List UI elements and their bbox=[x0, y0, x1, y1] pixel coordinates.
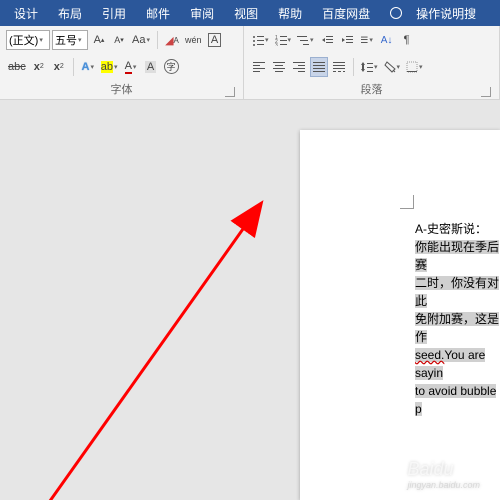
shrink-font-button[interactable]: A▾ bbox=[110, 30, 128, 50]
char-shading-button[interactable]: A bbox=[142, 57, 160, 77]
tab-baidu-netdisk[interactable]: 百度网盘 bbox=[312, 5, 380, 22]
svg-text:3: 3 bbox=[275, 43, 278, 46]
tell-me-search[interactable]: 操作说明搜 bbox=[380, 5, 496, 22]
annotation-arrow bbox=[30, 195, 310, 500]
text-line[interactable]: 二时，你没有对此 bbox=[415, 274, 500, 310]
font-name-select[interactable]: (正文)▾ bbox=[6, 30, 50, 50]
subscript-button[interactable]: x2 bbox=[30, 57, 48, 77]
highlight-button[interactable]: ab▾ bbox=[99, 57, 120, 77]
tab-layout[interactable]: 布局 bbox=[48, 5, 92, 22]
sort-button[interactable]: A↓ bbox=[378, 30, 396, 50]
phonetic-guide-button[interactable]: wén bbox=[183, 30, 204, 50]
increase-indent-button[interactable] bbox=[338, 30, 356, 50]
font-size-select[interactable]: 五号▾ bbox=[52, 30, 88, 50]
align-distributed-button[interactable] bbox=[330, 57, 348, 77]
text-line[interactable]: seed.You are sayin bbox=[415, 346, 500, 382]
tab-help[interactable]: 帮助 bbox=[268, 5, 312, 22]
menu-bar: 设计 布局 引用 邮件 审阅 视图 帮助 百度网盘 操作说明搜 bbox=[0, 0, 500, 26]
superscript-button[interactable]: x2 bbox=[50, 57, 68, 77]
text-direction-button[interactable]: ☰▾ bbox=[358, 30, 376, 50]
tab-references[interactable]: 引用 bbox=[92, 5, 136, 22]
line-spacing-button[interactable]: ▾ bbox=[359, 57, 380, 77]
ribbon: (正文)▾ 五号▾ A▴ A▾ Aa▾ ◢A wén A abc x2 x2 A… bbox=[0, 26, 500, 100]
strikethrough-button[interactable]: abc bbox=[6, 57, 28, 77]
align-justify-button[interactable] bbox=[310, 57, 328, 77]
margin-indicator bbox=[400, 195, 414, 209]
font-group-label: 字体 bbox=[6, 81, 237, 99]
text-line[interactable]: to avoid bubble p bbox=[415, 382, 500, 418]
tab-review[interactable]: 审阅 bbox=[180, 5, 224, 22]
font-color-button[interactable]: A▾ bbox=[122, 57, 140, 77]
grow-font-button[interactable]: A▴ bbox=[90, 30, 108, 50]
paragraph-group-label: 段落 bbox=[250, 81, 493, 99]
clear-formatting-button[interactable]: ◢A bbox=[163, 30, 181, 50]
numbering-button[interactable]: 123▾ bbox=[273, 30, 294, 50]
text-line[interactable]: 免附加赛，这是作 bbox=[415, 310, 500, 346]
char-border-button[interactable]: A bbox=[206, 30, 224, 50]
multilevel-list-button[interactable]: ▾ bbox=[295, 30, 316, 50]
text-effects-button[interactable]: A▾ bbox=[79, 57, 97, 77]
paragraph-group: ▾ 123▾ ▾ ☰▾ A↓ ¶ ▾ ▾ ▾ 段落 bbox=[244, 26, 500, 99]
change-case-button[interactable]: Aa▾ bbox=[130, 30, 152, 50]
lightbulb-icon bbox=[390, 7, 402, 19]
enclosed-char-button[interactable]: 字 bbox=[162, 57, 181, 77]
document-text[interactable]: A-史密斯说： 你能出现在季后赛 二时，你没有对此 免附加赛，这是作 seed.… bbox=[415, 220, 500, 418]
bullets-button[interactable]: ▾ bbox=[250, 30, 271, 50]
tab-mailings[interactable]: 邮件 bbox=[136, 5, 180, 22]
shading-button[interactable]: ▾ bbox=[382, 57, 403, 77]
tab-view[interactable]: 视图 bbox=[224, 5, 268, 22]
font-group: (正文)▾ 五号▾ A▴ A▾ Aa▾ ◢A wén A abc x2 x2 A… bbox=[0, 26, 244, 99]
paragraph-dialog-launcher[interactable] bbox=[481, 87, 491, 97]
decrease-indent-button[interactable] bbox=[318, 30, 336, 50]
watermark: Baidu jingyan.baidu.com bbox=[407, 459, 480, 490]
text-line[interactable]: A-史密斯说： bbox=[415, 220, 500, 238]
align-right-button[interactable] bbox=[290, 57, 308, 77]
tab-design[interactable]: 设计 bbox=[4, 5, 48, 22]
show-marks-button[interactable]: ¶ bbox=[398, 30, 416, 50]
align-left-button[interactable] bbox=[250, 57, 268, 77]
document-canvas[interactable]: A-史密斯说： 你能出现在季后赛 二时，你没有对此 免附加赛，这是作 seed.… bbox=[0, 100, 500, 500]
borders-button[interactable]: ▾ bbox=[404, 57, 425, 77]
text-line[interactable]: 你能出现在季后赛 bbox=[415, 238, 500, 274]
document-page[interactable]: A-史密斯说： 你能出现在季后赛 二时，你没有对此 免附加赛，这是作 seed.… bbox=[300, 130, 500, 500]
align-center-button[interactable] bbox=[270, 57, 288, 77]
font-dialog-launcher[interactable] bbox=[225, 87, 235, 97]
